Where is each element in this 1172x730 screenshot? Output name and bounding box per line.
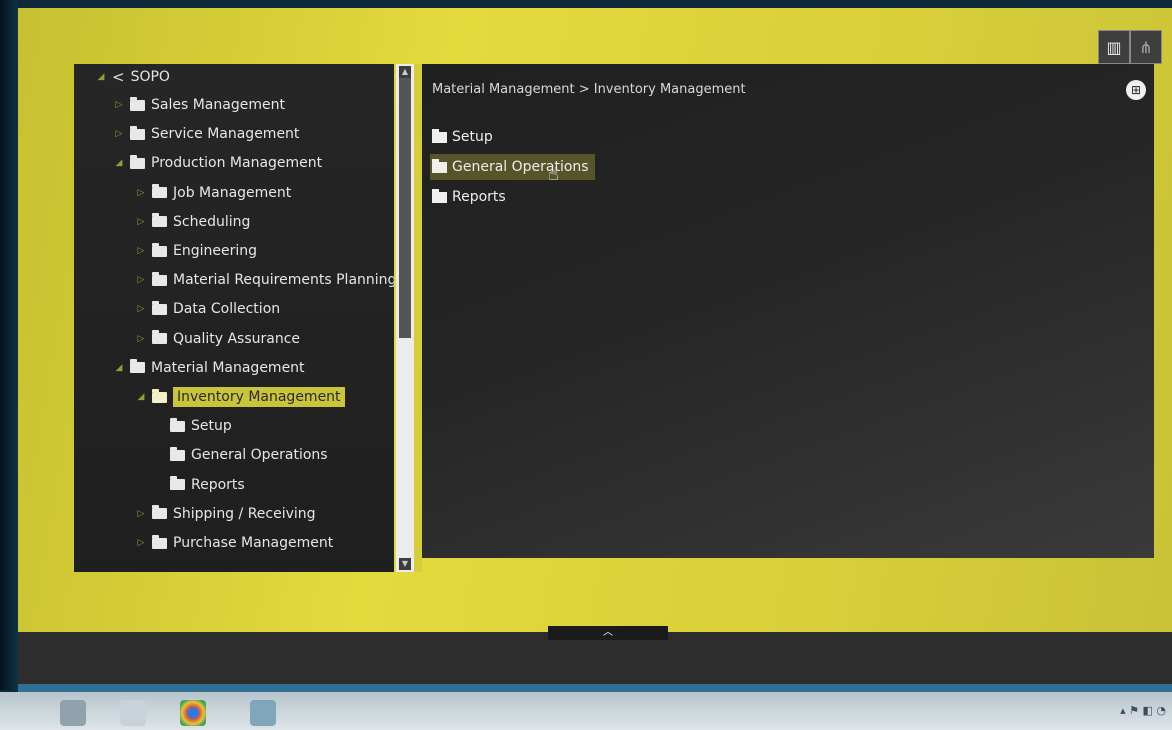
folder-icon	[152, 330, 167, 345]
system-tray[interactable]: ▴ ⚑ ◧ ◔	[1120, 704, 1166, 717]
folder-icon	[130, 125, 145, 140]
window-border	[18, 684, 1172, 692]
expand-arrow-icon[interactable]: ▷	[136, 275, 146, 285]
tree-item-label: Reports	[191, 476, 245, 493]
collapse-arrow-icon[interactable]: ◢	[114, 158, 124, 168]
tile-view-icon[interactable]: ⊞	[1126, 80, 1146, 100]
content-item-general-operations[interactable]: General Operations	[430, 154, 595, 180]
navigation-tree: ◢ < SOPO ▷ Sales Management ▷ Service Manag…	[74, 64, 394, 572]
tree-item[interactable]: ▷ Shipping / Receiving	[136, 503, 316, 525]
taskbar: ▴ ⚑ ◧ ◔	[0, 692, 1172, 730]
taskbar-app-icon[interactable]	[60, 700, 86, 726]
expand-arrow-icon[interactable]: ▷	[114, 100, 124, 110]
list-view-icon[interactable]: ▥	[1098, 30, 1130, 64]
expand-arrow-icon[interactable]: ▷	[136, 334, 146, 344]
tree-item-label: Scheduling	[173, 213, 251, 230]
folder-icon	[152, 534, 167, 549]
tree-item[interactable]: ▷ Engineering	[136, 240, 257, 262]
content-item-setup[interactable]: Setup	[430, 124, 499, 150]
folder-icon	[152, 213, 167, 228]
hand-cursor-icon: ☝	[548, 164, 559, 185]
scroll-up-icon[interactable]: ▲	[399, 66, 411, 78]
tree-item-label: Sales Management	[151, 97, 285, 113]
folder-icon	[152, 184, 167, 199]
content-item-label: General Operations	[452, 159, 589, 175]
tree-item[interactable]: ◢ Inventory Management	[136, 386, 345, 408]
content-panel: Material Management > Inventory Manageme…	[422, 64, 1154, 558]
tree-root-label: SOPO	[130, 69, 170, 85]
tree-item[interactable]: ▷ Data Collection	[136, 298, 280, 320]
folder-icon	[152, 242, 167, 257]
tree-item[interactable]: ◢ Production Management	[114, 152, 322, 174]
collapse-arrow-icon[interactable]: ◢	[96, 72, 106, 82]
tree-item[interactable]: ▷ Purchase Management	[136, 532, 333, 554]
tree-item-label: Shipping / Receiving	[173, 505, 316, 522]
breadcrumb: Material Management > Inventory Manageme…	[432, 82, 746, 97]
folder-icon	[170, 417, 185, 432]
folder-icon	[170, 476, 185, 491]
tree-item[interactable]: General Operations	[154, 444, 328, 466]
folder-icon	[432, 158, 447, 173]
expand-arrow-icon[interactable]: ▷	[136, 538, 146, 548]
expand-arrow-icon[interactable]: ▷	[136, 217, 146, 227]
share-icon: <	[112, 68, 125, 86]
content-item-label: Setup	[452, 129, 493, 145]
tree-item-label: Inventory Management	[173, 387, 345, 407]
tree-item[interactable]: Setup	[154, 415, 232, 437]
taskbar-app-icon[interactable]	[250, 700, 276, 726]
tree-item[interactable]: ▷ Scheduling	[136, 211, 250, 233]
folder-icon	[130, 96, 145, 111]
tree-item-label: General Operations	[191, 447, 328, 464]
tree-item-label: Service Management	[151, 126, 300, 143]
folder-icon	[432, 128, 447, 143]
tree-item-label: Setup	[191, 418, 232, 435]
tree-item[interactable]: ▷ Material Requirements Planning	[136, 269, 394, 291]
chrome-icon[interactable]	[180, 700, 206, 726]
expand-arrow-icon[interactable]: ▷	[136, 304, 146, 314]
tree-item-label: Production Management	[151, 155, 323, 172]
expand-arrow-icon[interactable]: ▷	[136, 509, 146, 519]
tree-item-label: Material Management	[151, 359, 305, 376]
folder-icon	[432, 188, 447, 203]
scroll-thumb[interactable]	[399, 78, 411, 338]
folder-icon	[152, 300, 167, 315]
content-item-reports[interactable]: Reports	[430, 184, 512, 210]
monitor-bezel	[0, 0, 18, 690]
expand-arrow-icon[interactable]: ▷	[136, 246, 146, 256]
tree-item[interactable]: ▷ Quality Assurance	[136, 328, 300, 350]
tree-root-node[interactable]: ◢ < SOPO	[96, 66, 170, 88]
folder-icon	[152, 271, 167, 286]
collapse-arrow-icon[interactable]: ◢	[136, 392, 146, 402]
folder-icon	[170, 446, 185, 461]
scroll-down-icon[interactable]: ▼	[399, 558, 411, 570]
panel-divider[interactable]	[414, 64, 422, 572]
tree-item[interactable]: ◢ Material Management	[114, 357, 305, 379]
tree-item-label: Data Collection	[173, 301, 281, 318]
tree-scrollbar[interactable]: ▲ ▼	[396, 64, 414, 572]
tree-item-label: Material Requirements Planning	[173, 272, 394, 289]
tree-item[interactable]: ▷ Job Management	[136, 182, 291, 204]
tree-item[interactable]: ▷ Sales Management	[114, 94, 285, 116]
tree-item-label: Purchase Management	[173, 535, 334, 551]
expand-arrow-icon[interactable]: ▷	[136, 188, 146, 198]
tree-view-icon[interactable]: ⋔	[1130, 30, 1162, 64]
tree-item[interactable]: Reports	[154, 474, 245, 496]
tree-item[interactable]: ▷ Service Management	[114, 123, 299, 145]
folder-icon	[152, 505, 167, 520]
tree-item-label: Quality Assurance	[173, 330, 301, 347]
expand-arrow-icon[interactable]: ▷	[114, 129, 124, 139]
tree-item-label: Engineering	[173, 243, 257, 259]
tree-item-label: Job Management	[173, 184, 292, 201]
expand-up-icon[interactable]: ︿	[548, 626, 668, 640]
folder-icon	[130, 359, 145, 374]
taskbar-app-icon[interactable]	[120, 700, 146, 726]
collapse-arrow-icon[interactable]: ◢	[114, 363, 124, 373]
folder-icon	[130, 154, 145, 169]
content-item-label: Reports	[452, 189, 506, 205]
folder-icon	[152, 388, 167, 403]
